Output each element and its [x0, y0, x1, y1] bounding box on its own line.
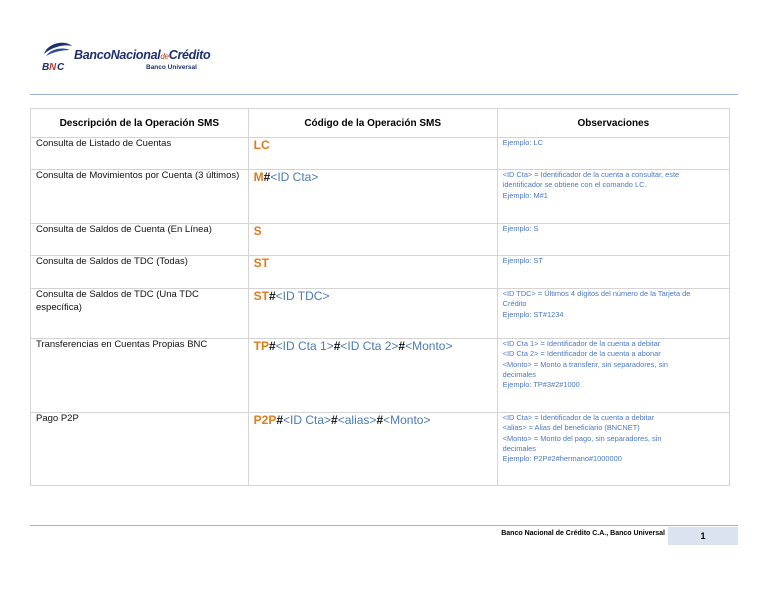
- code-cmd: ST: [253, 256, 269, 271]
- table-row: Consulta de Saldos de Cuenta (En Línea) …: [30, 223, 731, 256]
- table-row: Consulta de Listado de Cuentas LC Ejempl…: [30, 137, 731, 170]
- operation-observations: <ID Cta> = Identificador de la cuenta a …: [496, 412, 731, 486]
- bnc-emblem-icon: B N C: [42, 42, 72, 72]
- code-cmd: ST: [253, 289, 269, 304]
- operation-description: Consulta de Saldos de TDC (Todas): [30, 255, 249, 289]
- observation-line: decimales: [502, 443, 536, 453]
- table-row: Pago P2P P2P#<ID Cta>#<alias>#<Monto> <I…: [30, 412, 731, 486]
- bank-subtitle: Banco Universal: [146, 64, 197, 71]
- svg-text:N: N: [49, 62, 57, 72]
- operation-code: S: [247, 223, 498, 256]
- operation-observations: <ID TDC> = Últimos 4 dígitos del número …: [496, 288, 731, 339]
- observation-line: <ID TDC> = Últimos 4 dígitos del número …: [502, 289, 691, 299]
- code-sep: #: [276, 413, 284, 428]
- operation-observations: Ejemplo: S: [496, 223, 731, 256]
- table-header-row: Descripción de la Operación SMS Código d…: [30, 108, 731, 138]
- code-cmd: M: [253, 170, 264, 185]
- operation-code: LC: [247, 137, 498, 170]
- page-number: 1: [668, 527, 738, 545]
- footer-company: Banco Nacional de Crédito C.A., Banco Un…: [501, 530, 665, 537]
- observation-line: <ID Cta> = Identificador de la cuenta a …: [502, 413, 655, 423]
- operation-description: Consulta de Movimientos por Cuenta (3 úl…: [30, 169, 249, 224]
- observation-line: Ejemplo: TP#3#2#1000: [502, 380, 580, 390]
- svg-text:C: C: [57, 62, 65, 72]
- code-param: <ID Cta>: [270, 170, 319, 185]
- code-param: <alias>: [337, 413, 377, 428]
- operation-code: ST#<ID TDC>: [247, 288, 498, 339]
- operation-description: Transferencias en Cuentas Propias BNC: [30, 338, 249, 413]
- operation-description: Consulta de Saldos de TDC (Una TDC espec…: [30, 288, 249, 339]
- column-header-observations: Observaciones: [496, 108, 731, 138]
- code-cmd: S: [253, 224, 262, 239]
- observation-line: <Monto> = Monto del pago, sin separadore…: [502, 433, 662, 443]
- code-param: <Monto>: [383, 413, 431, 428]
- bank-name: BancoNacionaldeCrédito: [74, 48, 211, 62]
- code-param: <ID TDC>: [275, 289, 330, 304]
- observation-line: identificador se obtiene con el comando …: [502, 180, 647, 190]
- observation-line: Ejemplo: P2P#2#hermano#1000000: [502, 454, 622, 464]
- code-sep: #: [331, 413, 338, 428]
- observation-line: <ID Cta 1> = Identificador de la cuenta …: [502, 339, 661, 349]
- code-param: <ID Cta>: [283, 413, 332, 428]
- observation-line: Crédito: [502, 299, 527, 309]
- table-row: Consulta de Movimientos por Cuenta (3 úl…: [30, 169, 731, 224]
- table-row: Transferencias en Cuentas Propias BNC TP…: [30, 338, 731, 413]
- column-header-description: Descripción de la Operación SMS: [30, 108, 249, 138]
- observation-line: <ID Cta> = Identificador de la cuenta a …: [502, 170, 680, 180]
- observation-line: <alias> = Alias del beneficiario (BNCNET…: [502, 423, 640, 433]
- observation-line: Ejemplo: M#1: [502, 190, 548, 200]
- observation-line: Ejemplo: ST: [502, 256, 543, 266]
- operation-description: Consulta de Listado de Cuentas: [30, 137, 249, 170]
- observation-line: <Monto> = Monto a transferir, sin separa…: [502, 359, 669, 369]
- code-param: <ID Cta 1>: [275, 339, 334, 354]
- observation-line: Ejemplo: LC: [502, 138, 543, 148]
- operation-code: P2P#<ID Cta>#<alias>#<Monto>: [247, 412, 498, 486]
- column-header-code: Código de la Operación SMS: [247, 108, 498, 138]
- observation-line: Ejemplo: S: [502, 224, 539, 234]
- header-divider: [30, 94, 738, 95]
- operation-observations: <ID Cta 1> = Identificador de la cuenta …: [496, 338, 731, 413]
- code-cmd: LC: [253, 138, 270, 153]
- code-sep: #: [268, 339, 276, 354]
- operation-code: TP#<ID Cta 1>#<ID Cta 2>#<Monto>: [247, 338, 498, 413]
- bank-logo: B N C BancoNacionaldeCrédito Banco Unive…: [40, 38, 215, 74]
- operation-description: Consulta de Saldos de Cuenta (En Línea): [30, 223, 249, 256]
- operation-code: M#<ID Cta>: [247, 169, 498, 224]
- operation-description: Pago P2P: [30, 412, 249, 486]
- code-cmd: TP: [253, 339, 269, 354]
- sms-operations-table: Descripción de la Operación SMS Código d…: [30, 108, 731, 486]
- observation-line: <ID Cta 2> = Identificador de la cuenta …: [502, 349, 661, 359]
- footer-divider: [30, 525, 738, 526]
- code-param: <ID Cta 2>: [340, 339, 399, 354]
- table-row: Consulta de Saldos de TDC (Todas) ST Eje…: [30, 255, 731, 289]
- observation-line: Ejemplo: ST#1234: [502, 309, 564, 319]
- observation-line: decimales: [502, 369, 536, 379]
- operation-code: ST: [247, 255, 498, 289]
- table-row: Consulta de Saldos de TDC (Una TDC espec…: [30, 288, 731, 339]
- operation-observations: Ejemplo: LC: [496, 137, 731, 170]
- code-cmd: P2P: [253, 413, 277, 428]
- operation-observations: Ejemplo: ST: [496, 255, 731, 289]
- operation-observations: <ID Cta> = Identificador de la cuenta a …: [496, 169, 731, 224]
- code-param: <Monto>: [405, 339, 453, 354]
- code-sep: #: [268, 289, 276, 304]
